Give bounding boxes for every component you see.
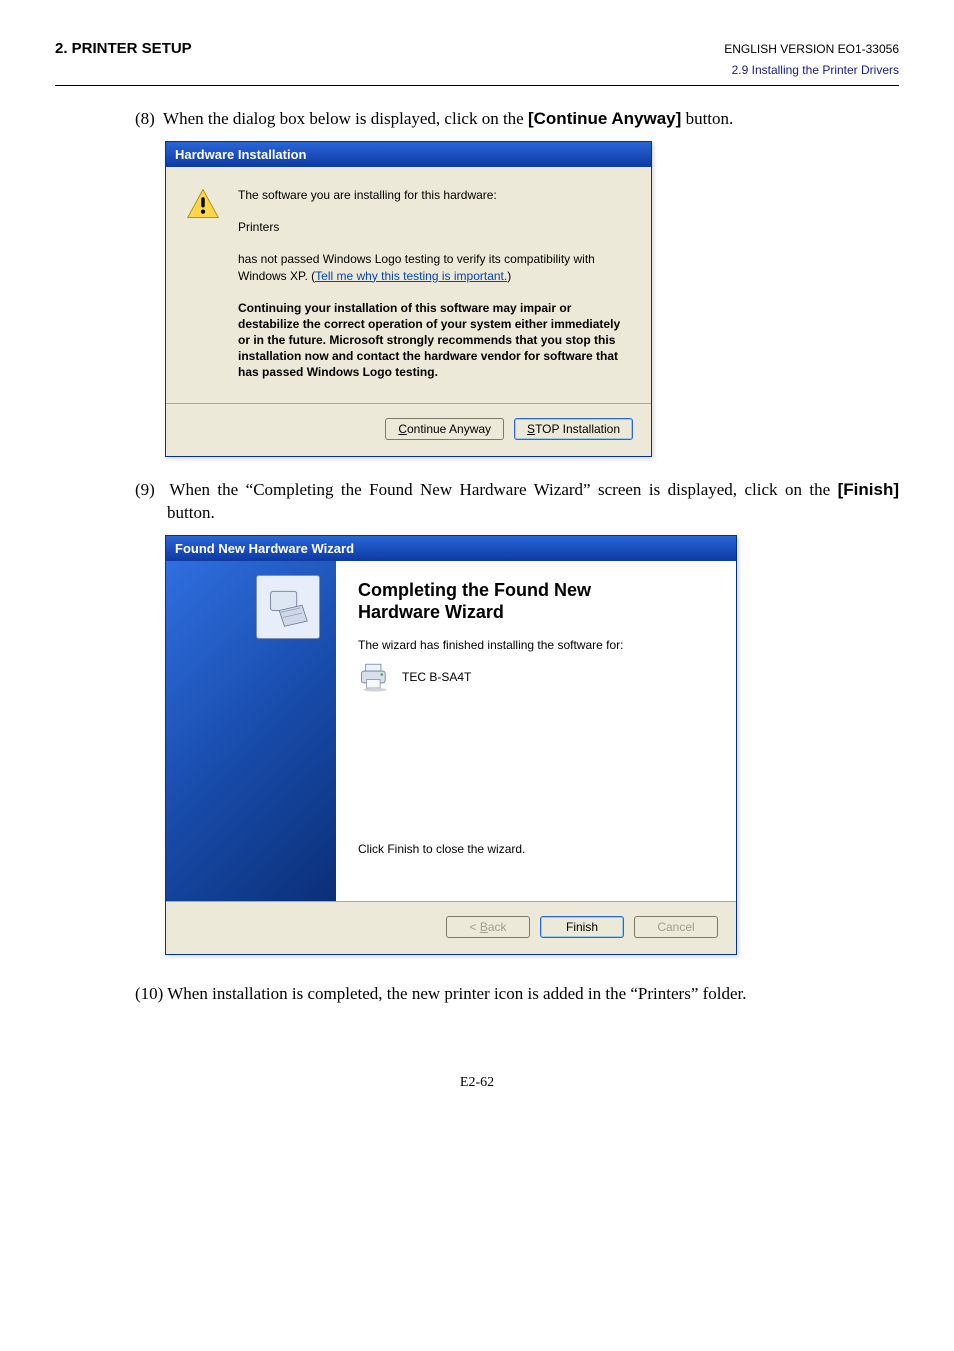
back-mnemonic: B [480, 920, 488, 934]
wizard-heading-b: Hardware Wizard [358, 602, 504, 622]
stop-installation-button[interactable]: STOP Installation [514, 418, 633, 440]
step-9-text: (9) When the “Completing the Found New H… [135, 479, 899, 525]
step-8-b: button. [681, 109, 733, 128]
wizard-side-graphic [166, 561, 336, 901]
hardware-thumb-icon [256, 575, 320, 639]
cancel-button: Cancel [634, 916, 718, 938]
section-title: 2. PRINTER SETUP [55, 40, 192, 57]
step-8-num: (8) [135, 109, 155, 128]
dialog-title: Hardware Installation [166, 142, 651, 167]
hardware-installation-dialog: Hardware Installation The software you a… [165, 141, 652, 457]
finish-button[interactable]: Finish [540, 916, 624, 938]
back-pre: < [469, 920, 479, 934]
hw-line3b: ) [507, 269, 511, 283]
hw-line2: Printers [238, 219, 631, 235]
continue-mnemonic: C [398, 422, 407, 436]
found-new-hardware-wizard-dialog: Found New Hardware Wizard [165, 535, 737, 955]
doc-version: ENGLISH VERSION EO1-33056 [724, 42, 899, 56]
step-9-b: button. [167, 503, 215, 522]
finish-mention: [Finish] [838, 480, 899, 499]
wizard-heading: Completing the Found New Hardware Wizard [358, 579, 714, 624]
stop-rest: TOP Installation [535, 422, 620, 436]
page-number: E2-62 [55, 1075, 899, 1091]
hw-line1: The software you are installing for this… [238, 187, 631, 203]
subsection-title: 2.9 Installing the Printer Drivers [55, 63, 899, 77]
back-button: < Back [446, 916, 530, 938]
wizard-finish-note: Click Finish to close the wizard. [358, 842, 714, 856]
step-8-a: When the dialog box below is displayed, … [163, 109, 528, 128]
step-9-num: (9) [135, 480, 155, 499]
wizard-heading-a: Completing the Found New [358, 580, 591, 600]
continue-rest: ontinue Anyway [407, 422, 491, 436]
back-rest: ack [488, 920, 507, 934]
step-10-text: (10) When installation is completed, the… [135, 983, 899, 1006]
stop-mnemonic: S [527, 422, 535, 436]
continue-anyway-mention: [Continue Anyway] [528, 109, 681, 128]
continue-anyway-button[interactable]: Continue Anyway [385, 418, 504, 440]
logo-testing-link[interactable]: Tell me why this testing is important. [315, 269, 507, 283]
header-rule [55, 85, 899, 86]
step-9-a: When the “Completing the Found New Hardw… [169, 480, 837, 499]
device-name: TEC B-SA4T [402, 670, 471, 684]
wizard-title: Found New Hardware Wizard [166, 536, 736, 561]
hw-warning-text: Continuing your installation of this sof… [238, 300, 631, 381]
hw-line3: has not passed Windows Logo testing to v… [238, 251, 631, 283]
step-8-text: (8) When the dialog box below is display… [135, 108, 899, 131]
printer-icon [358, 662, 392, 692]
wizard-line1: The wizard has finished installing the s… [358, 638, 714, 652]
warning-icon [186, 187, 220, 221]
